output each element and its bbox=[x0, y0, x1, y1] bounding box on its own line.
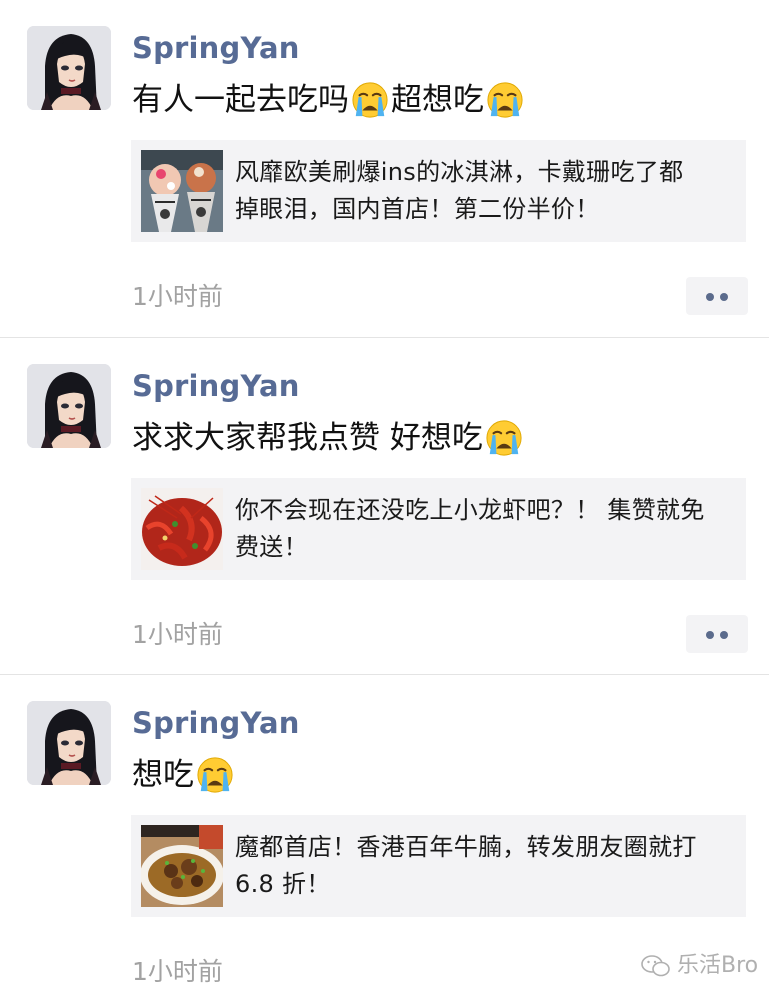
more-dots-icon bbox=[720, 293, 728, 301]
avatar[interactable] bbox=[27, 26, 111, 110]
post-time: 1小时前 bbox=[132, 620, 223, 649]
more-dots-icon bbox=[720, 631, 728, 639]
watermark-text: 乐活Bro bbox=[677, 953, 759, 978]
watermark: 乐活Bro bbox=[641, 951, 758, 981]
moment-post-2: SpringYan 求求大家帮我点赞 好想吃 你不会现在还没吃上小龙虾吧？！ 集… bbox=[0, 364, 769, 664]
more-dots-icon bbox=[706, 293, 714, 301]
link-thumbnail bbox=[141, 825, 223, 907]
avatar[interactable] bbox=[27, 701, 111, 785]
post-text-part: 有人一起去吃吗 bbox=[132, 82, 349, 118]
post-text-part: 想吃 bbox=[132, 757, 194, 793]
link-thumbnail bbox=[141, 488, 223, 570]
post-text-part: 求求大家帮我点赞 好想吃 bbox=[132, 420, 483, 456]
post-text: 想吃 bbox=[132, 753, 236, 797]
post-text-part: 超想吃 bbox=[391, 82, 484, 118]
author-name[interactable]: SpringYan bbox=[132, 28, 300, 68]
avatar-image bbox=[27, 364, 111, 448]
post-text: 求求大家帮我点赞 好想吃 bbox=[132, 416, 525, 460]
post-divider bbox=[0, 674, 769, 675]
shared-link-card[interactable]: 魔都首店！香港百年牛腩，转发朋友圈就打 6.8 折！ bbox=[131, 815, 746, 917]
moment-post-1: SpringYan 有人一起去吃吗 超想吃 风靡欧美刷爆ins的冰淇淋，卡戴珊吃… bbox=[0, 26, 769, 326]
crying-face-icon bbox=[196, 756, 234, 794]
crying-face-icon bbox=[351, 81, 389, 119]
author-name[interactable]: SpringYan bbox=[132, 703, 300, 743]
crayfish-thumbnail-image bbox=[141, 488, 223, 570]
crying-face-icon bbox=[485, 419, 523, 457]
avatar-image bbox=[27, 701, 111, 785]
link-thumbnail bbox=[141, 150, 223, 232]
more-actions-button[interactable] bbox=[686, 277, 748, 315]
post-time: 1小时前 bbox=[132, 282, 223, 311]
post-divider bbox=[0, 337, 769, 338]
shared-link-card[interactable]: 你不会现在还没吃上小龙虾吧？！ 集赞就免费送！ bbox=[131, 478, 746, 580]
link-title: 风靡欧美刷爆ins的冰淇淋，卡戴珊吃了都掉眼泪，国内首店！第二份半价！ bbox=[235, 158, 684, 223]
more-actions-button[interactable] bbox=[686, 615, 748, 653]
wechat-icon bbox=[641, 955, 670, 977]
avatar-image bbox=[27, 26, 111, 110]
link-title: 魔都首店！香港百年牛腩，转发朋友圈就打 6.8 折！ bbox=[235, 833, 697, 898]
crying-face-icon bbox=[486, 81, 524, 119]
more-dots-icon bbox=[706, 631, 714, 639]
avatar[interactable] bbox=[27, 364, 111, 448]
beef-brisket-thumbnail-image bbox=[141, 825, 223, 907]
ice-cream-thumbnail-image bbox=[141, 150, 223, 232]
post-text: 有人一起去吃吗 超想吃 bbox=[132, 78, 526, 122]
shared-link-card[interactable]: 风靡欧美刷爆ins的冰淇淋，卡戴珊吃了都掉眼泪，国内首店！第二份半价！ bbox=[131, 140, 746, 242]
author-name[interactable]: SpringYan bbox=[132, 366, 300, 406]
link-title: 你不会现在还没吃上小龙虾吧？！ 集赞就免费送！ bbox=[235, 496, 705, 561]
post-time: 1小时前 bbox=[132, 957, 223, 986]
